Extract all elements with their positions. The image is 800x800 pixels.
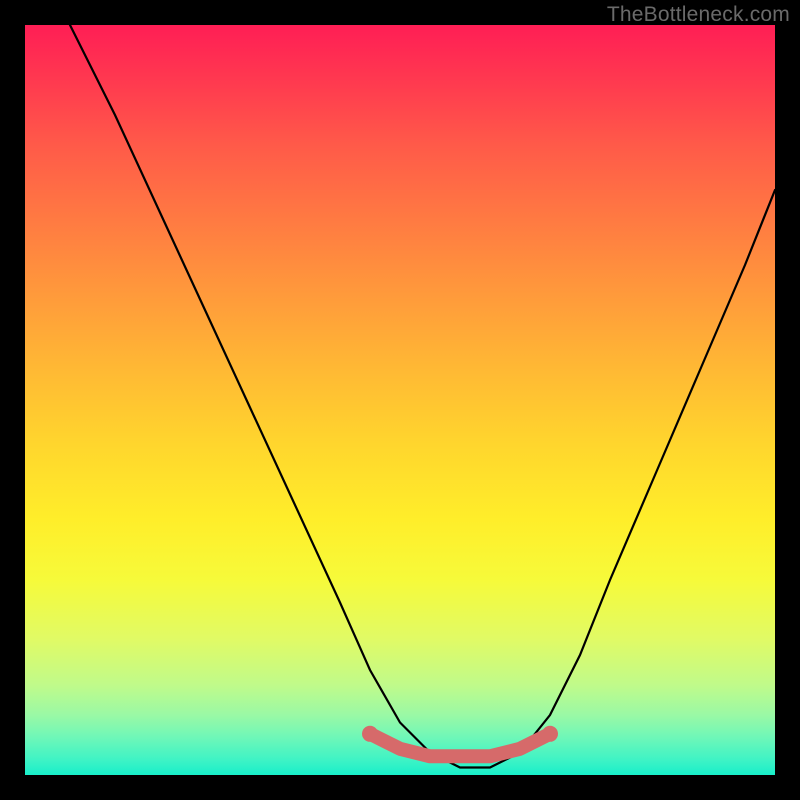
chart-frame: TheBottleneck.com — [0, 0, 800, 800]
watermark-text: TheBottleneck.com — [607, 3, 790, 27]
bottleneck-curve-path — [25, 25, 775, 768]
plot-area — [25, 25, 775, 775]
optimal-region-path — [370, 734, 550, 757]
chart-svg — [25, 25, 775, 775]
optimal-region-end-right — [542, 726, 558, 742]
optimal-region-end-left — [362, 726, 378, 742]
